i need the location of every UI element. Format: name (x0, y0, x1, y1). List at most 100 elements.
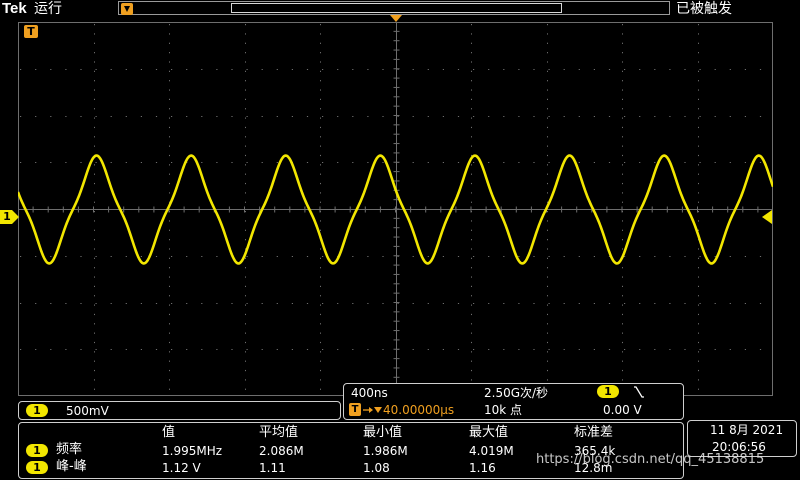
grid-dot (578, 116, 580, 117)
record-view-window[interactable] (231, 3, 562, 13)
measurement-panel[interactable]: 值 平均值 最小值 最大值 标准差 1 频率 1.995MHz 2.086M 1… (18, 422, 684, 479)
grid-dot (169, 154, 170, 157)
grid-dot (65, 303, 67, 304)
grid-dot (216, 256, 218, 257)
grid-dot (471, 89, 472, 91)
grid-dot (547, 285, 548, 287)
grid-dot (216, 69, 218, 70)
grid-dot (684, 256, 686, 257)
grid-dot (698, 126, 699, 129)
trigger-level-marker-icon[interactable] (762, 210, 772, 224)
grid-dot (245, 239, 246, 241)
grid-dot (457, 162, 460, 163)
grid-dot (622, 192, 623, 194)
grid-dot (320, 304, 321, 306)
grid-dot (578, 303, 580, 304)
grid-dot (533, 69, 535, 70)
grid-dot (698, 323, 699, 325)
run-state[interactable]: 运行 (34, 0, 62, 18)
grid-dot (654, 162, 656, 163)
grid-dot (245, 285, 246, 287)
grid-dot (50, 349, 52, 350)
grid-dot (94, 285, 95, 287)
grid-dot (306, 69, 309, 70)
trigger-source-badge: 1 (597, 385, 619, 398)
grid-dot (169, 89, 170, 91)
horizontal-trigger-box[interactable]: 400ns 2.50G次/秒 1 T 40.00000µs 10k 点 0.00… (343, 383, 684, 420)
grid-dot (94, 80, 95, 82)
grid-dot (593, 303, 595, 304)
grid-dot (622, 360, 623, 362)
meas-row-name: 频率 (56, 442, 83, 457)
grid-dot (382, 162, 384, 163)
grid-dot (94, 164, 95, 166)
meas-header-value: 值 (162, 425, 176, 440)
grid-dot (94, 211, 95, 213)
grid-dot (547, 126, 548, 129)
grid-dot (608, 116, 611, 117)
grid-dot (442, 256, 444, 257)
grid-dot (698, 136, 699, 138)
grid-dot (94, 173, 95, 175)
grid-dot (140, 162, 142, 163)
grid-dot (94, 126, 95, 129)
grid-dot (547, 80, 548, 82)
grid-dot (320, 61, 321, 63)
grid-dot (337, 303, 339, 304)
grid-dot (759, 256, 762, 257)
grid-dot (320, 267, 321, 269)
grid-dot (547, 341, 548, 344)
grid-dot (622, 341, 623, 344)
grid-dot (503, 162, 505, 163)
grid-dot (261, 162, 263, 163)
grid-dot (276, 303, 278, 304)
grid-dot (698, 33, 699, 35)
grid-dot (471, 164, 472, 166)
grid-dot (563, 69, 565, 70)
grid-dot (20, 162, 22, 163)
grid-dot (245, 70, 246, 72)
grid-dot (698, 211, 699, 213)
grid-dot (698, 267, 699, 269)
grid-dot (698, 173, 699, 175)
grid-dot (684, 116, 686, 117)
grid-dot (169, 388, 170, 390)
grid-dot (216, 303, 218, 304)
grid-dot (320, 323, 321, 325)
grid-dot (320, 201, 321, 203)
grid-dot (622, 173, 623, 175)
grid-dot (201, 303, 203, 304)
grid-dot (669, 116, 671, 117)
grid-dot (471, 351, 472, 353)
grid-dot (698, 341, 699, 344)
grid-dot (744, 349, 746, 350)
grid-dot (94, 98, 95, 100)
grid-dot (216, 116, 218, 117)
grid-dot (547, 220, 548, 222)
grid-dot (622, 267, 623, 269)
trigger-time-marker[interactable]: T (24, 25, 38, 38)
grid-dot (471, 182, 472, 185)
grid-dot (518, 69, 520, 70)
grid-dot (698, 388, 699, 390)
grid-dot (125, 116, 127, 117)
channel1-scale-box[interactable]: 1 500mV (18, 401, 341, 420)
grid-dot (94, 220, 95, 222)
meas-frequency-min: 1.986M (363, 444, 408, 458)
grid-dot (698, 201, 699, 203)
grid-dot (245, 220, 246, 222)
oscilloscope-graticule[interactable] (18, 22, 773, 396)
grid-dot (245, 117, 246, 119)
grid-dot (442, 69, 444, 70)
grid-dot (80, 69, 82, 70)
grid-dot (169, 182, 170, 185)
grid-dot (412, 69, 414, 70)
grid-dot (276, 256, 278, 257)
grid-dot (352, 256, 354, 257)
grid-dot (654, 256, 656, 257)
grid-dot (94, 313, 95, 316)
grid-dot (186, 69, 188, 70)
grid-dot (622, 276, 623, 278)
grid-dot (352, 162, 354, 163)
grid-dot (471, 360, 472, 362)
